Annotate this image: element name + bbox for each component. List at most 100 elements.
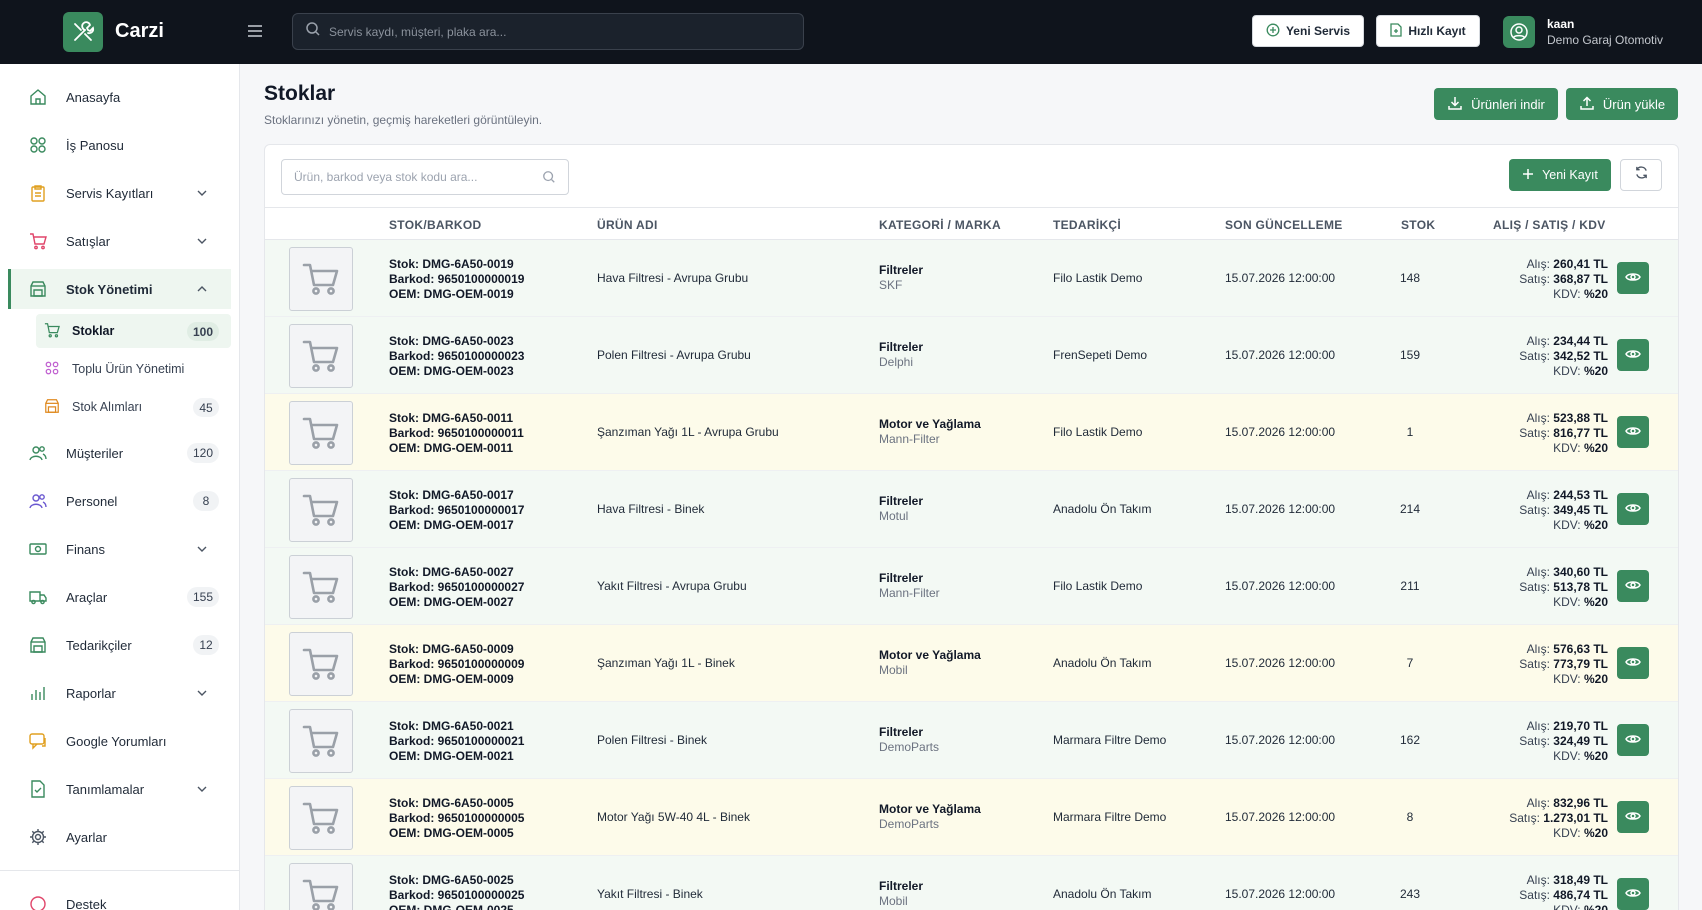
brand: Mobil [879,894,908,908]
sidebar-item-araclar[interactable]: Araçlar 155 [8,577,231,617]
sidebar-item-musteriler[interactable]: Müşteriler 120 [8,433,231,473]
product-name: Şanzıman Yağı 1L - Avrupa Grubu [597,425,779,439]
sidebar-item-is-panosu[interactable]: İş Panosu [8,125,231,165]
view-button[interactable] [1617,878,1649,910]
stock-code: Stok: DMG-6A50-0011 [389,411,514,425]
purchase-price: 576,63 TL [1553,642,1608,656]
download-products-button[interactable]: Ürünleri indir [1434,88,1558,120]
col-header-stok-barkod[interactable]: STOK/BARKOD [389,218,481,232]
new-service-button[interactable]: Yeni Servis [1252,15,1364,47]
product-image-placeholder-cart-icon[interactable] [289,555,353,619]
table-row[interactable]: Stok: DMG-6A50-0009 Barkod: 9650100000009… [265,625,1678,702]
sidebar-item-stok-yonetimi[interactable]: Stok Yönetimi [8,269,231,309]
col-header-kategori[interactable]: KATEGORİ / MARKA [879,218,1001,232]
col-header-fiyat[interactable]: ALIŞ / SATIŞ / KDV [1493,218,1606,232]
stock-codes: Stok: DMG-6A50-0009 Barkod: 9650100000009… [389,642,524,687]
table-row[interactable]: Stok: DMG-6A50-0027 Barkod: 9650100000027… [265,548,1678,625]
sidebar-subitem-toplu-urun[interactable]: Toplu Ürün Yönetimi [36,352,231,386]
col-header-urun-adi[interactable]: ÜRÜN ADI [597,218,658,232]
stock-codes: Stok: DMG-6A50-0025 Barkod: 9650100000025… [389,873,524,910]
refresh-button[interactable] [1620,159,1662,191]
table-row[interactable]: Stok: DMG-6A50-0021 Barkod: 9650100000021… [265,702,1678,779]
view-button[interactable] [1617,724,1649,756]
sidebar-item-google-yorumlari[interactable]: Google Yorumları [8,721,231,761]
product-image-placeholder-cart-icon[interactable] [289,709,353,773]
table-row[interactable]: Stok: DMG-6A50-0025 Barkod: 9650100000025… [265,856,1678,910]
chart-icon [28,683,48,703]
view-button[interactable] [1617,570,1649,602]
quick-record-button[interactable]: Hızlı Kayıt [1376,15,1480,47]
menu-toggle-icon[interactable] [246,22,266,42]
eye-icon [1625,733,1641,748]
category: Filtreler [879,340,924,354]
sidebar-item-tedarikciler[interactable]: Tedarikçiler 12 [8,625,231,665]
sidebar-item-personel[interactable]: Personel 8 [8,481,231,521]
last-updated: 15.07.2026 12:00:00 [1225,348,1336,362]
user-avatar-icon[interactable] [1503,16,1535,48]
barcode: Barkod: 9650100000009 [389,657,525,671]
sidebar-item-servis-kayitlari[interactable]: Servis Kayıtları [8,173,231,213]
satis-label: Satış: [1519,657,1550,671]
kdv-label: KDV: [1553,518,1581,532]
sale-price: 486,74 TL [1553,888,1608,902]
kdv-label: KDV: [1553,287,1581,301]
table-row[interactable]: Stok: DMG-6A50-0019 Barkod: 9650100000019… [265,240,1678,317]
product-search-input[interactable] [294,170,534,184]
sale-price: 324,49 TL [1553,734,1608,748]
sidebar-subitem-stoklar[interactable]: Stoklar 100 [36,314,231,348]
col-header-stok[interactable]: STOK [1401,218,1435,232]
sidebar-item-ayarlar[interactable]: Ayarlar [8,817,231,857]
alis-label: Alış: [1526,488,1550,502]
view-button[interactable] [1617,339,1649,371]
col-header-tedarikci[interactable]: TEDARİKÇİ [1053,218,1121,232]
stock-code: Stok: DMG-6A50-0019 [389,257,514,271]
product-image-placeholder-cart-icon[interactable] [289,632,353,696]
table-row[interactable]: Stok: DMG-6A50-0011 Barkod: 9650100000011… [265,394,1678,471]
user-name[interactable]: kaan [1547,17,1574,31]
view-button[interactable] [1617,647,1649,679]
file-icon [1390,22,1402,40]
view-button[interactable] [1617,493,1649,525]
grid-icon [44,360,60,379]
sidebar-item-anasayfa[interactable]: Anasayfa [8,77,231,117]
sidebar-item-tanimlamalar[interactable]: Tanımlamalar [8,769,231,809]
product-image-placeholder-cart-icon[interactable] [289,401,353,465]
eye-icon [1625,271,1641,286]
app-name[interactable]: Carzi [115,20,164,43]
barcode: Barkod: 9650100000011 [389,426,524,440]
col-header-son-guncelleme[interactable]: SON GÜNCELLEME [1225,218,1343,232]
upload-product-button[interactable]: Ürün yükle [1566,88,1678,120]
product-image-placeholder-cart-icon[interactable] [289,324,353,388]
category-brand: Motor ve Yağlama Mobil [879,648,981,678]
view-button[interactable] [1617,801,1649,833]
logo-icon[interactable] [63,12,103,52]
sidebar-item-raporlar[interactable]: Raporlar [8,673,231,713]
table-row[interactable]: Stok: DMG-6A50-0005 Barkod: 9650100000005… [265,779,1678,856]
price-info: Alış: 318,49 TL Satış: 486,74 TL KDV: %20 [1519,873,1608,910]
category: Filtreler [879,263,924,277]
kdv-label: KDV: [1553,903,1581,910]
table-row[interactable]: Stok: DMG-6A50-0017 Barkod: 9650100000017… [265,471,1678,548]
download-icon [1447,95,1463,114]
last-updated: 15.07.2026 12:00:00 [1225,733,1336,747]
sidebar-item-finans[interactable]: Finans [8,529,231,569]
global-search-input[interactable] [329,24,769,39]
product-image-placeholder-cart-icon[interactable] [289,247,353,311]
barcode: Barkod: 9650100000021 [389,734,525,748]
product-image-placeholder-cart-icon[interactable] [289,863,353,910]
global-search[interactable] [292,13,804,50]
sidebar-item-destek[interactable]: Destek [8,884,231,910]
sidebar-subitem-stok-alimlari[interactable]: Stok Alımları 45 [36,390,231,424]
view-button[interactable] [1617,262,1649,294]
sidebar-item-satislar[interactable]: Satışlar [8,221,231,261]
stock-code: Stok: DMG-6A50-0009 [389,642,514,656]
product-search[interactable] [281,159,569,195]
new-record-button[interactable]: Yeni Kayıt [1509,159,1611,191]
table-row[interactable]: Stok: DMG-6A50-0023 Barkod: 9650100000023… [265,317,1678,394]
product-image-placeholder-cart-icon[interactable] [289,786,353,850]
product-image-placeholder-cart-icon[interactable] [289,478,353,542]
barcode: Barkod: 9650100000023 [389,349,525,363]
category: Motor ve Yağlama [879,802,981,816]
stock-codes: Stok: DMG-6A50-0005 Barkod: 9650100000005… [389,796,524,841]
view-button[interactable] [1617,416,1649,448]
